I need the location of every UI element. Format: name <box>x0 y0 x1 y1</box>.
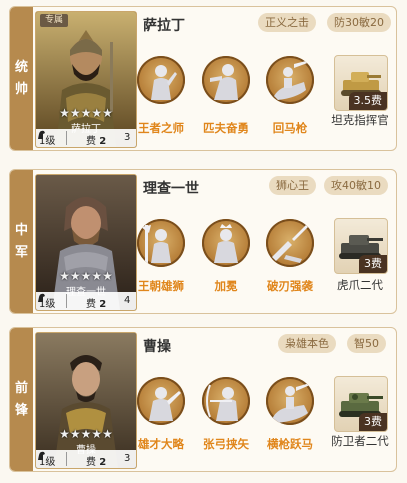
star-rating: ★★★★★ <box>59 106 113 120</box>
tank-cost-badge: 3费 <box>359 413 387 431</box>
skill-icon-2[interactable] <box>202 377 250 425</box>
skill-icon-3[interactable] <box>266 56 314 104</box>
skill-label-3: 回马枪 <box>272 121 308 135</box>
general-card-caocao[interactable]: 前锋 ★★★★★ 曹操 1级 费 2 3 曹操 枭雄本色 智50 <box>9 327 397 472</box>
portrait-info-bar: 1级 费 2 3 <box>36 450 136 468</box>
stats-badge: 智50 <box>347 334 386 353</box>
horse-icon <box>38 293 45 302</box>
trait-badge: 枭雄本色 <box>278 334 336 353</box>
divider <box>66 131 67 145</box>
star-rating: ★★★★★ <box>59 269 113 283</box>
tank-name: 防卫者二代 <box>331 434 389 448</box>
broken-blade-icon <box>272 225 308 263</box>
skill-label-3: 破刃强袭 <box>267 279 313 293</box>
archer-icon <box>206 384 238 421</box>
troop-count: 3 <box>124 453 131 464</box>
hero-portrait[interactable]: ★★★★★ 理查一世 1级 费 2 4 <box>35 174 137 311</box>
skill-icon-1[interactable] <box>137 377 185 425</box>
cavalry-spear-icon <box>274 60 310 100</box>
skill-label-1: 雄才大略 <box>138 437 184 451</box>
skill-icon-3[interactable] <box>266 219 314 267</box>
divider <box>66 452 67 466</box>
general-card-richard[interactable]: 中军 ★★★★★ 理查一世 1级 费 2 4 理查一世 狮心王 攻40敏10 <box>9 169 397 314</box>
hero-portrait[interactable]: 专属 ★★★★★ 萨拉丁 1级 费 2 3 <box>35 11 137 148</box>
tank-card[interactable]: 3费 <box>334 218 388 274</box>
tank-cost-badge: 3费 <box>359 255 387 273</box>
cost-label: 费 2 <box>86 299 107 310</box>
star-rating: ★★★★★ <box>59 427 113 441</box>
position-label: 前锋 <box>15 380 29 418</box>
position-label: 中军 <box>15 222 29 260</box>
position-label: 统帅 <box>15 59 29 97</box>
exclusive-tag: 专属 <box>40 14 69 27</box>
position-strip: 统帅 <box>10 7 33 150</box>
tank-cost-badge: 3.5费 <box>348 92 387 110</box>
skill-label-2: 加冕 <box>214 279 238 293</box>
stats-badge: 防30敏20 <box>327 13 391 32</box>
skill-label-1: 王者之师 <box>138 121 184 135</box>
position-strip: 中军 <box>10 170 33 313</box>
tank-name: 坦克指挥官 <box>331 113 389 127</box>
skill-icon-3[interactable] <box>266 377 314 425</box>
position-strip: 前锋 <box>10 328 33 471</box>
general-card-saladin[interactable]: 统帅 专属 ★★★★★ 萨拉丁 1级 费 2 3 萨 <box>9 6 397 151</box>
skill-icon-2[interactable] <box>202 219 250 267</box>
portrait-info-bar: 1级 费 2 4 <box>36 292 136 310</box>
warrior-charge-icon <box>210 64 238 100</box>
tank-card[interactable]: 3费 <box>334 376 388 432</box>
skill-label-2: 匹夫奋勇 <box>203 121 249 135</box>
cost-label: 费 2 <box>86 136 107 147</box>
tank-card[interactable]: 3.5费 <box>334 55 388 111</box>
commander-icon <box>149 387 181 421</box>
horse-icon <box>38 451 45 460</box>
stats-badge: 攻40敏10 <box>324 176 388 195</box>
skill-label-2: 张弓挟矢 <box>203 437 249 451</box>
crowned-figure-icon <box>214 224 238 263</box>
troop-count: 4 <box>124 295 131 306</box>
horse-rider-icon <box>272 383 310 423</box>
tank-name: 虎爪二代 <box>337 278 383 292</box>
general-name: 理查一世 <box>143 181 199 197</box>
divider <box>66 294 67 308</box>
trait-badge: 狮心王 <box>269 176 316 195</box>
general-name: 曹操 <box>143 339 171 355</box>
soldier-salute-icon <box>151 65 177 100</box>
skill-icon-2[interactable] <box>202 56 250 104</box>
skill-icon-1[interactable] <box>137 56 185 104</box>
hero-portrait[interactable]: ★★★★★ 曹操 1级 费 2 3 <box>35 332 137 469</box>
general-name: 萨拉丁 <box>143 18 185 34</box>
halberd-knight-icon <box>141 225 171 263</box>
troop-count: 3 <box>124 132 131 143</box>
portrait-info-bar: 1级 费 2 3 <box>36 129 136 147</box>
skill-icon-1[interactable] <box>137 219 185 267</box>
skill-label-3: 横枪跃马 <box>267 437 313 451</box>
skill-label-1: 王朝雄狮 <box>138 279 184 293</box>
cost-label: 费 2 <box>86 457 107 468</box>
trait-badge: 正义之击 <box>258 13 316 32</box>
horse-icon <box>38 130 45 139</box>
